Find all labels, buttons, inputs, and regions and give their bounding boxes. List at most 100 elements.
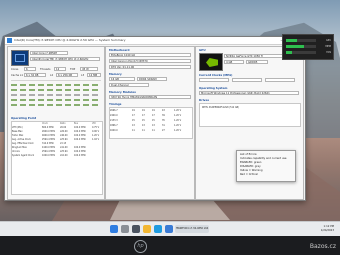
hp-logo-icon: hp: [134, 240, 147, 253]
table-cell: 13: [152, 124, 155, 127]
intel-logo-icon: [11, 50, 29, 66]
table-cell: 39: [162, 114, 165, 117]
operating-point-header: Operating Point: [11, 116, 37, 120]
motherboard-model-field: EliteBook 1040 G6: [109, 53, 191, 57]
timings-table: 2666.7 19 19 19 43 1.20 V 2400.0 17 17 1…: [109, 107, 193, 139]
file-explorer-icon[interactable]: [143, 225, 151, 233]
desktop-screen: Intel(R) Core(TM) i7-9850H CPU @ 2.60GHz…: [0, 0, 340, 236]
table-column-header: VID: [92, 122, 96, 125]
table-cell: 2594.4 MHz: [42, 150, 56, 153]
cpu-field-label: Cache L1: [11, 74, 23, 77]
table-row: LFM (Min): [12, 126, 23, 129]
table-column-header: Bus: [74, 122, 79, 125]
mem-usage-label: MEM: [325, 45, 331, 48]
table-cell: 11: [152, 129, 155, 132]
taskbar-clock[interactable]: 1:12 PM 1/24/2023: [321, 225, 334, 233]
cpu-field-value: 12: [54, 67, 66, 71]
table-cell: 4100.0 MHz: [42, 146, 56, 149]
edge-icon[interactable]: [154, 225, 162, 233]
tooltip-line: Red = Critical: [240, 173, 258, 176]
table-row: 1600.0: [110, 129, 118, 132]
table-cell: 31: [162, 124, 165, 127]
table-cell: 4600.0 MHz: [42, 134, 56, 137]
gpu-usage-label: GPU: [325, 39, 331, 42]
table-cell: 19: [132, 109, 135, 112]
app-icon: [7, 38, 12, 43]
clock-field: [265, 78, 295, 82]
cpu-features-grid: [11, 80, 101, 111]
table-cell: x8.00: [60, 126, 67, 129]
table-cell: 100.0 MHz: [74, 126, 86, 129]
nvidia-logo-icon: [199, 53, 223, 71]
table-cell: 100.0 MHz: [74, 150, 86, 153]
cpu-field-value: 6: [24, 67, 36, 71]
table-cell: 35: [162, 119, 165, 122]
fan-usage-label: FAN: [326, 51, 331, 54]
fan-usage-fill: [286, 51, 292, 54]
table-cell: x25.94: [60, 138, 68, 141]
table-cell: 19: [152, 109, 155, 112]
memory-modules-header: Memory Modules: [109, 90, 136, 94]
cpu-spec-field: Intel(R) Core(TM) i7-9850H CPU @ 2.60GHz: [30, 57, 100, 61]
gpu-monitor-widget: GPU MEM FAN: [282, 34, 334, 60]
table-cell: 1.20 V: [174, 119, 182, 122]
window-titlebar[interactable]: Intel(R) Core(TM) i7-9850H CPU @ 2.60GHz…: [5, 37, 305, 45]
gpu-memory-field: 4 GB: [224, 60, 244, 64]
table-cell: 100.0 MHz: [74, 154, 86, 157]
table-cell: x26.00: [60, 130, 68, 133]
cpu-field-label: Cores: [11, 68, 19, 71]
motherboard-header: Motherboard: [109, 48, 130, 52]
table-cell: 43: [162, 109, 165, 112]
table-row: 2400.0: [110, 114, 118, 117]
table-cell: 19: [142, 109, 145, 112]
table-cell: x3.13: [60, 142, 67, 145]
timings-header: Timings: [109, 102, 122, 106]
table-cell: 100.0 MHz: [74, 134, 86, 137]
table-column-header: Clock: [42, 122, 48, 125]
cpu-field-label: TDP: [70, 68, 76, 71]
cpu-field-label: Threads: [40, 68, 51, 71]
table-cell: 15: [142, 119, 145, 122]
table-cell: 13: [132, 124, 135, 127]
search-icon[interactable]: [121, 225, 129, 233]
cpu-field-value: 6 x 256 KB: [56, 73, 78, 77]
table-row: Turbo Max: [12, 134, 24, 137]
table-cell: 15: [152, 119, 155, 122]
drive-row: INTEL SSDPEKNW512G8 (512 GB): [202, 106, 240, 109]
tooltip-line: ENABLED: green: [240, 161, 262, 164]
table-cell: 2600.0 MHz: [42, 130, 56, 133]
table-row: 1866.7: [110, 124, 118, 127]
cpu-pane: Intel Core i7-9850H Intel(R) Core(TM) i7…: [7, 46, 105, 200]
taskbar-hwinfo-app[interactable]: HWiNFO64 v7.36-4850 x64: [175, 225, 209, 233]
bazos-watermark: Bazos.cz: [309, 243, 336, 250]
table-row: Base Max: [12, 130, 23, 133]
table-cell: 0.90 V: [92, 130, 100, 133]
fan-usage-bar: [286, 51, 316, 54]
table-row: Ring/LLC Max: [12, 146, 27, 149]
drives-table: INTEL SSDPEKNW512G8 (512 GB): [199, 103, 301, 127]
table-cell: 15: [132, 119, 135, 122]
table-cell: 0.75 V: [92, 126, 100, 129]
mem-usage-fill: [286, 45, 304, 48]
table-cell: 1.20 V: [174, 109, 182, 112]
table-cell: 800.0 MHz: [42, 126, 54, 129]
gpu-header: GPU: [199, 48, 206, 52]
store-icon[interactable]: [165, 225, 173, 233]
table-cell: 312.9 MHz: [42, 142, 54, 145]
table-cell: x41.00: [60, 146, 68, 149]
table-row: Avg. Active Clock: [12, 138, 31, 141]
cpu-field-label: L3: [81, 74, 85, 77]
start-icon[interactable]: [110, 225, 118, 233]
task-view-icon[interactable]: [132, 225, 140, 233]
taskbar: HWiNFO64 v7.36-4850 x64 1:12 PM 1/24/202…: [0, 221, 340, 236]
operating-point-table: Clock Ratio Bus VID LFM (Min) 800.0 MHz …: [11, 121, 103, 195]
memory-module-select[interactable]: [#0] SK Hynix HMA81GS6CJR8N-XN: [109, 95, 191, 99]
window-title: Intel(R) Core(TM) i7-9850H CPU @ 2.60GHz…: [14, 38, 126, 42]
memory-header: Memory: [109, 72, 122, 76]
clock-field: [232, 78, 262, 82]
tooltip-line: Yellow = Warning: [240, 169, 263, 172]
cpu-field-value: 45 W: [80, 67, 98, 71]
tooltip-line: List of Errors:: [240, 153, 258, 156]
table-cell: 1.20 V: [174, 129, 182, 132]
mem-usage-bar: [286, 45, 316, 48]
